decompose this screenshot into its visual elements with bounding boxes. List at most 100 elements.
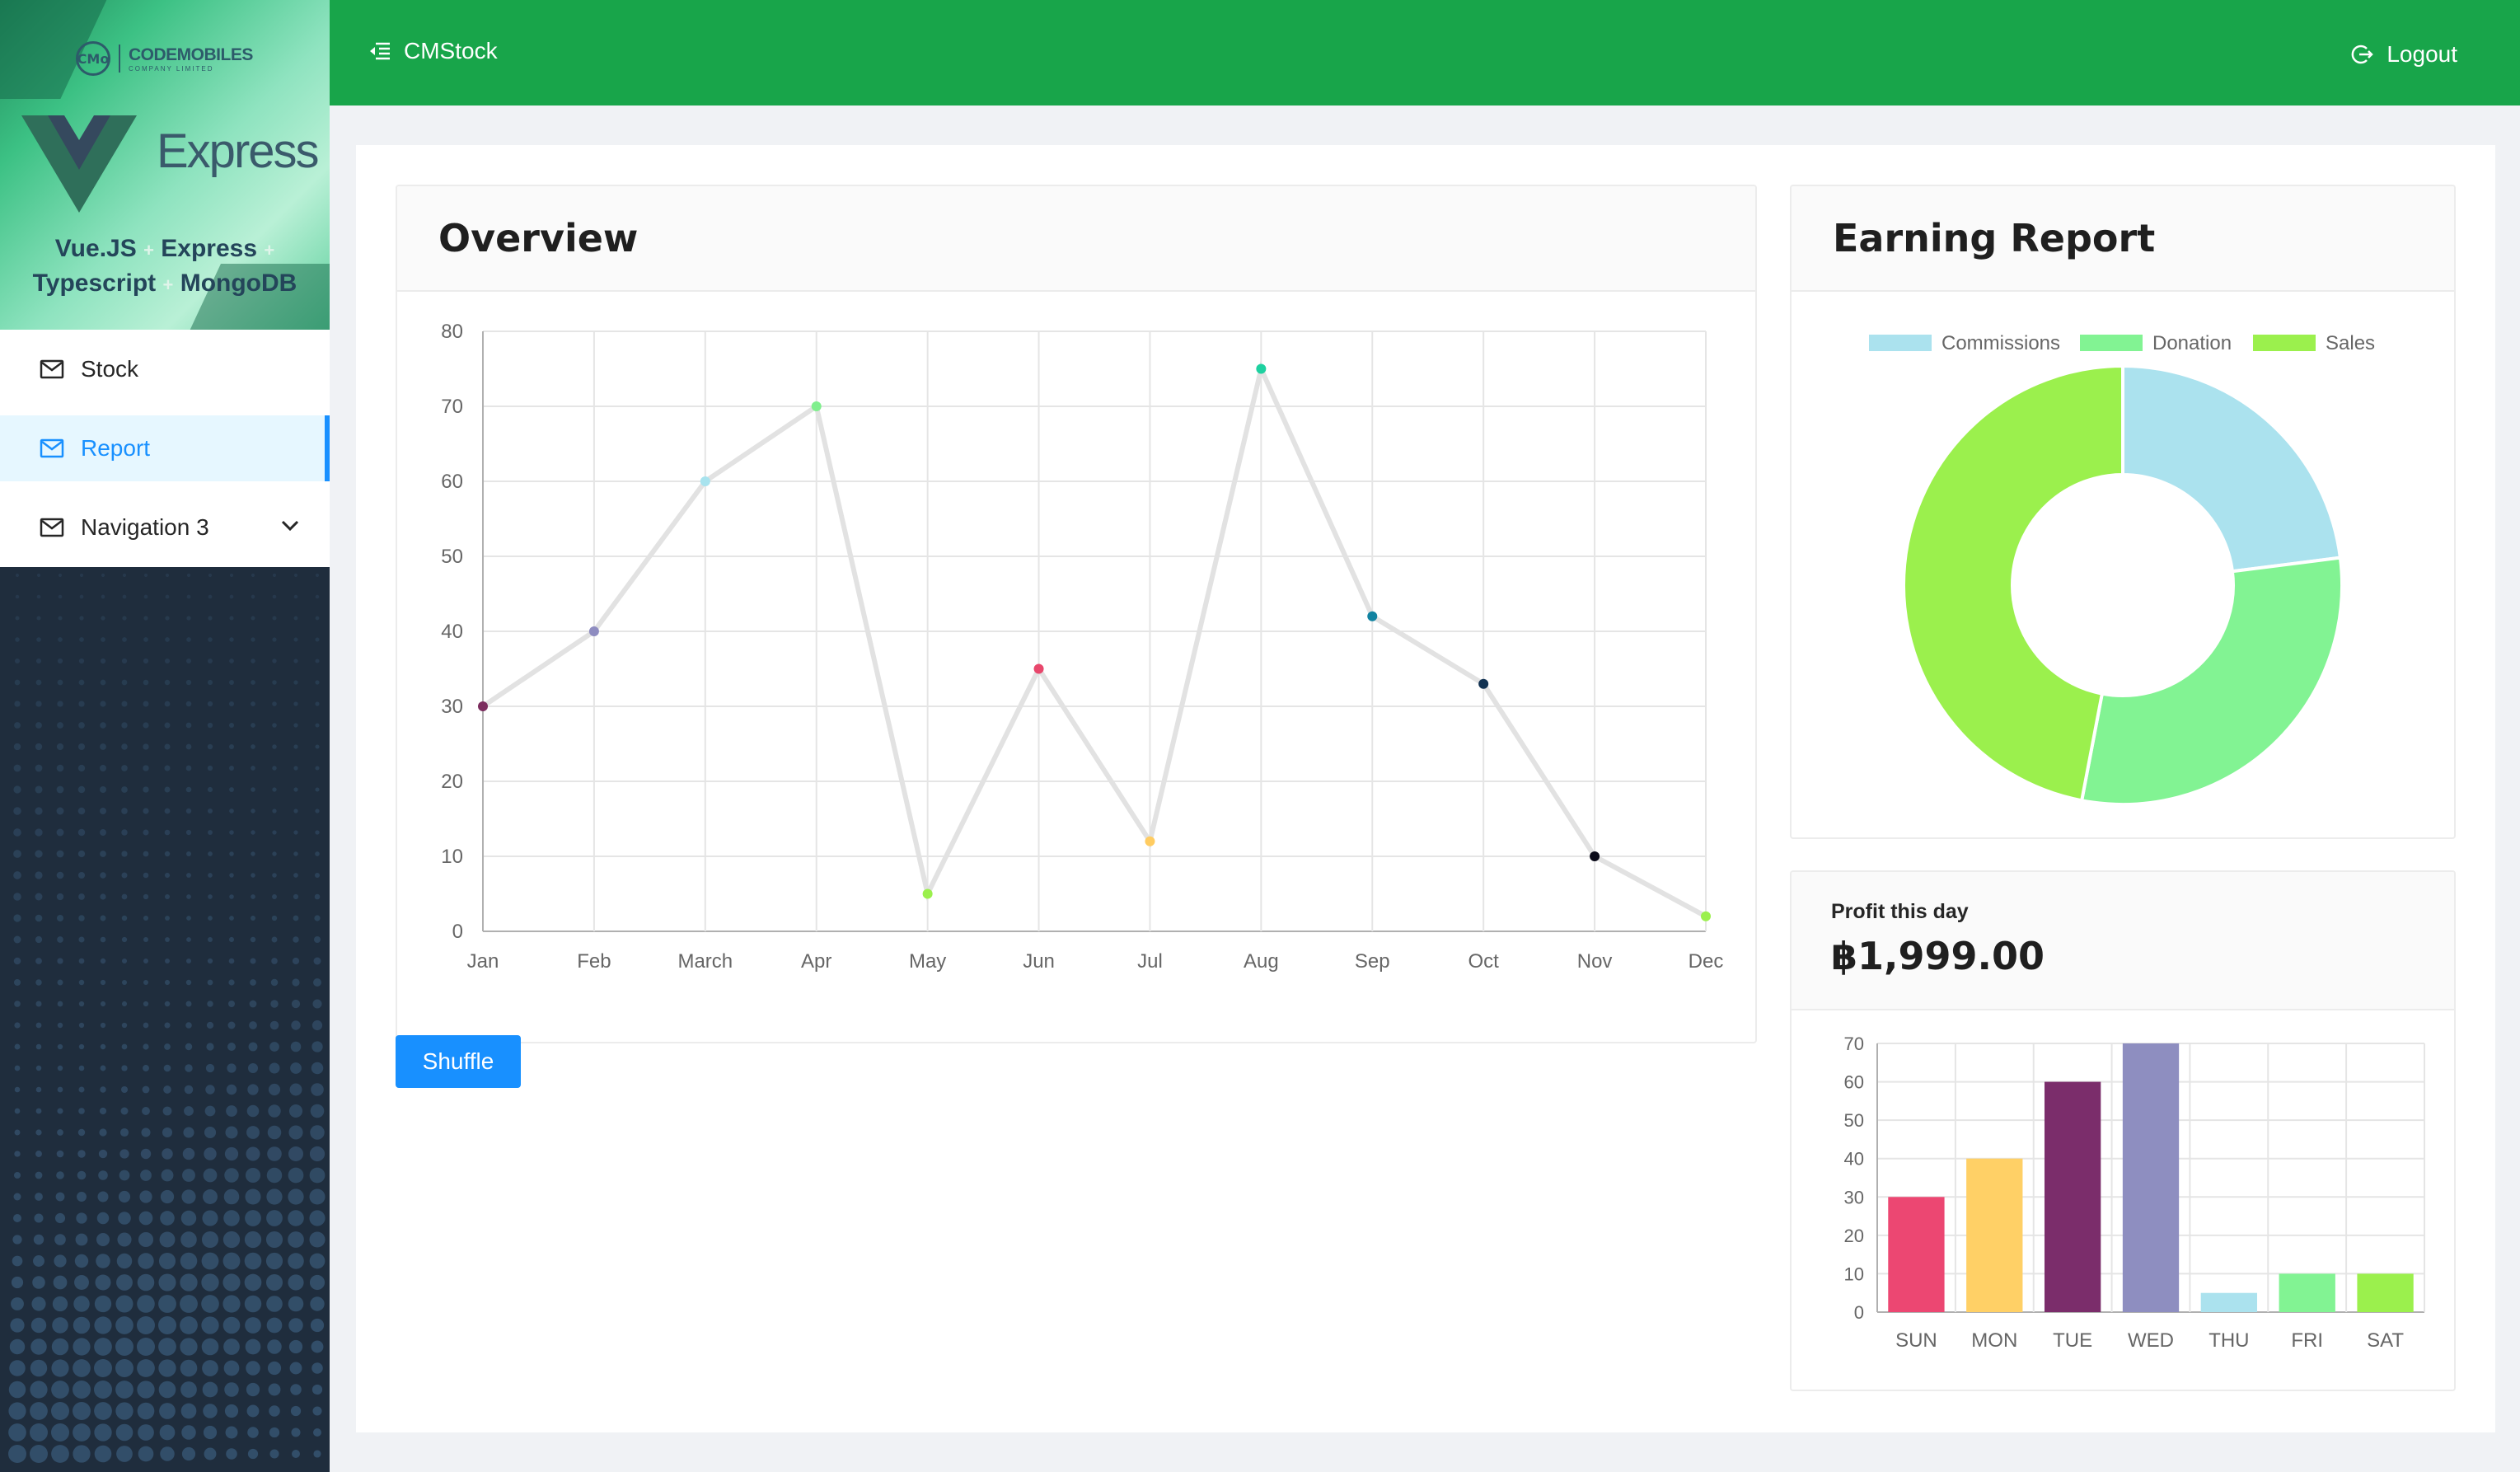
- mail-icon: [40, 438, 64, 458]
- x-tick-label: Jun: [1023, 950, 1055, 973]
- x-tick-label: Sep: [1355, 950, 1390, 973]
- earning-donut-chart: Commissions Donation Sales: [1869, 332, 2375, 806]
- sidebar-item-stock[interactable]: Stock: [0, 336, 330, 402]
- data-point: [1145, 836, 1155, 846]
- company-subtitle: COMPANY LIMITED: [129, 64, 214, 73]
- bar: [1966, 1158, 2023, 1312]
- donut-slice: [2121, 363, 2343, 574]
- data-point: [811, 401, 822, 411]
- x-tick-label: MON: [1971, 1329, 2017, 1352]
- sidebar-item-report[interactable]: Report: [0, 415, 330, 481]
- legend-swatch: [1869, 335, 1932, 351]
- y-tick-label: 30: [1844, 1187, 1864, 1207]
- y-tick-label: 50: [441, 546, 463, 568]
- x-tick-label: SUN: [1895, 1329, 1937, 1352]
- tech-express: Express: [161, 235, 258, 262]
- x-tick-label: Feb: [577, 950, 611, 973]
- tech-typescript: Typescript: [32, 270, 157, 297]
- data-point: [1478, 678, 1489, 689]
- y-tick-label: 20: [441, 771, 463, 793]
- y-tick-label: 70: [441, 396, 463, 418]
- sidebar-item-label: Report: [81, 435, 151, 461]
- data-point: [478, 701, 488, 711]
- x-tick-label: WED: [2128, 1329, 2174, 1352]
- data-point: [1701, 911, 1711, 921]
- main-content: Overview 0 10 20 30 40 50 60 70 80 Jan Feb March Apr…: [356, 145, 2495, 1432]
- sidebar-item-label: Stock: [81, 356, 139, 382]
- y-tick-label: 50: [1844, 1110, 1864, 1131]
- legend-swatch: [2080, 335, 2143, 351]
- y-tick-label: 40: [441, 621, 463, 643]
- bar: [2279, 1273, 2335, 1312]
- profit-card: Profit this day ฿1,999.00 0 10 20 30 40 50 60 7…: [1790, 870, 2456, 1391]
- data-point: [1367, 611, 1378, 621]
- mail-icon: [40, 359, 64, 379]
- data-point: [1033, 663, 1044, 674]
- top-header: CMStock Logout: [330, 0, 2520, 105]
- sidebar-item-label: Navigation 3: [81, 514, 209, 540]
- y-tick-label: 10: [441, 846, 463, 868]
- x-tick-label: Jan: [467, 950, 499, 973]
- sidebar-menu: Stock Report Navigation 3: [0, 330, 330, 567]
- sidebar-item-navigation-3[interactable]: Navigation 3: [0, 495, 330, 560]
- legend-label: Sales: [2326, 332, 2375, 354]
- legend-label: Commissions: [1942, 332, 2060, 354]
- shuffle-button[interactable]: Shuffle: [396, 1035, 521, 1088]
- profit-bar-chart: 0 10 20 30 40 50 60 70 SUN MON TUE WED THU FRI SAT: [1844, 1034, 2425, 1352]
- y-tick-label: 80: [441, 321, 463, 343]
- legend-swatch: [2253, 335, 2316, 351]
- logout-label: Logout: [2387, 41, 2457, 67]
- bar: [1888, 1197, 1945, 1312]
- data-point: [700, 476, 710, 486]
- plus-sign: +: [143, 240, 154, 260]
- data-point: [588, 626, 599, 636]
- x-tick-label: Jul: [1137, 950, 1163, 973]
- product-name: Express: [157, 124, 320, 178]
- company-logo: CMo CODEMOBILES COMPANY LIMITED: [76, 41, 253, 76]
- x-tick-label: May: [909, 950, 946, 973]
- menu-fold-icon: [370, 42, 390, 60]
- overview-line-chart: 0 10 20 30 40 50 60 70 80 Jan Feb March Apr May Jun Jul…: [441, 321, 1723, 973]
- x-tick-label: Nov: [1577, 950, 1613, 973]
- x-tick-label: Oct: [1468, 950, 1500, 973]
- x-tick-label: TUE: [2053, 1329, 2092, 1352]
- donut-slice: [1902, 363, 2124, 803]
- company-name: CODEMOBILES: [129, 45, 253, 64]
- earning-title: Earning Report: [1833, 216, 2156, 260]
- overview-card: Overview 0 10 20 30 40 50 60 70 80 Jan Feb March Apr…: [396, 185, 1757, 1043]
- x-tick-label: Aug: [1244, 950, 1279, 973]
- y-tick-label: 60: [441, 471, 463, 493]
- data-point: [1590, 851, 1600, 861]
- profit-label: Profit this day: [1831, 900, 1969, 923]
- earning-report-card: Earning Report Commissions Donation Sales: [1790, 185, 2456, 839]
- brand-banner: CMo CODEMOBILES COMPANY LIMITED Express …: [0, 0, 330, 330]
- menu-toggle-button[interactable]: CMStock: [369, 38, 498, 64]
- bar: [2122, 1043, 2180, 1312]
- logout-icon: [2351, 45, 2374, 64]
- tech-mongodb: MongoDB: [180, 270, 297, 297]
- tech-stack: Vue.JS + Express + Typescript + MongoDB: [0, 232, 330, 302]
- x-tick-label: SAT: [2367, 1329, 2404, 1352]
- app-title: CMStock: [404, 38, 498, 63]
- logout-button[interactable]: Logout: [2350, 41, 2457, 68]
- sidebar-dot-pattern: [8, 573, 326, 1463]
- bar: [2357, 1273, 2414, 1312]
- plus-sign: +: [264, 240, 275, 260]
- tech-vue: Vue.JS: [54, 235, 137, 262]
- plus-sign: +: [162, 274, 174, 295]
- y-tick-label: 0: [1854, 1302, 1864, 1323]
- y-tick-label: 30: [441, 696, 463, 718]
- overview-title: Overview: [438, 216, 639, 260]
- data-point: [1256, 363, 1267, 374]
- x-tick-label: THU: [2209, 1329, 2249, 1352]
- chevron-down-icon[interactable]: [280, 518, 300, 534]
- x-tick-label: March: [677, 950, 733, 973]
- vue-logo-icon: [21, 115, 137, 213]
- donut-slice: [2079, 556, 2344, 806]
- y-tick-label: 60: [1844, 1072, 1864, 1093]
- x-tick-label: FRI: [2291, 1329, 2323, 1352]
- company-logo-mark: CMo: [76, 41, 110, 76]
- bar: [2044, 1081, 2101, 1312]
- data-point: [922, 888, 933, 899]
- y-tick-label: 10: [1844, 1263, 1864, 1284]
